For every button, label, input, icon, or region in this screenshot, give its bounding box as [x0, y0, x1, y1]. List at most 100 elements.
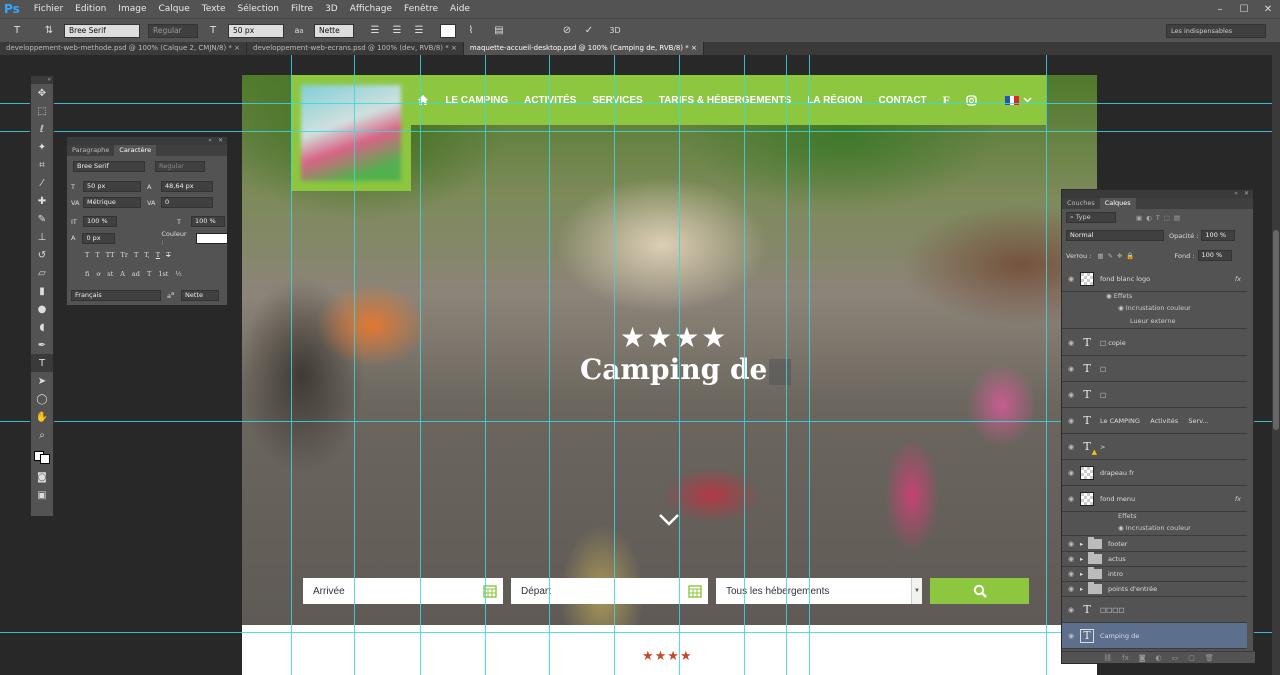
delete-layer-icon[interactable]: 🗑 — [1205, 654, 1214, 662]
minimize-icon[interactable]: – — [1208, 0, 1232, 18]
menu-fichier[interactable]: Fichier — [28, 0, 69, 18]
stamp-tool-icon[interactable]: ⊥ — [31, 228, 53, 246]
layer-effect-row[interactable]: Lueur externe — [1062, 317, 1247, 329]
canvas-scrollbar[interactable] — [1272, 55, 1280, 675]
expand-arrow-icon[interactable]: ▸ — [1080, 570, 1088, 578]
site-logo[interactable] — [291, 75, 411, 191]
hero-title[interactable]: Camping de — [580, 353, 792, 386]
kerning-select[interactable]: Métrique — [83, 197, 141, 208]
close-icon[interactable]: ✕ — [218, 137, 223, 145]
shape-tool-icon[interactable]: ◯ — [31, 390, 53, 408]
expand-arrow-icon[interactable]: ▸ — [1080, 540, 1088, 548]
font-family-select[interactable]: Bree Serif — [73, 161, 145, 172]
underline-button[interactable]: T — [156, 251, 160, 259]
eraser-tool-icon[interactable]: ▱ — [31, 264, 53, 282]
layer-group-row[interactable]: ◉ ▸ actus — [1062, 552, 1247, 567]
layer-row[interactable]: ◉ drapeau fr — [1062, 460, 1247, 486]
scroll-down-chevron-icon[interactable] — [658, 513, 680, 527]
text-color-swatch[interactable] — [195, 232, 229, 244]
close-icon[interactable]: ✕ — [1244, 190, 1249, 198]
tab-calques[interactable]: Calques — [1099, 198, 1136, 209]
align-left-icon[interactable]: ☰ — [368, 24, 382, 38]
layer-row[interactable]: ◉ fond blanc logo fx — [1062, 266, 1247, 292]
close-tab-icon[interactable]: × — [451, 44, 457, 52]
layer-effects-row[interactable]: ◉ Effets — [1062, 292, 1247, 304]
maximize-icon[interactable]: ☐ — [1232, 0, 1256, 18]
3d-icon[interactable]: 3D — [608, 24, 622, 38]
add-mask-icon[interactable]: ◙ — [1139, 654, 1146, 662]
close-tab-icon[interactable]: × — [691, 44, 697, 52]
menu-3d[interactable]: 3D — [319, 0, 344, 18]
lock-icons[interactable]: ▦✎✥🔒 — [1097, 252, 1138, 260]
lasso-tool-icon[interactable]: ℓ — [31, 120, 53, 138]
calendar-icon[interactable] — [688, 584, 702, 598]
layer-filter-select[interactable]: ⌕ Type — [1066, 212, 1116, 223]
tab-caractere[interactable]: Caractère — [114, 145, 157, 156]
panel-collapse-icon[interactable]: « — [1234, 190, 1238, 198]
layer-group-row[interactable]: ◉ ▸ intro — [1062, 567, 1247, 582]
path-selection-tool-icon[interactable]: ➤ — [31, 372, 53, 390]
layer-row[interactable]: ◉ T □ — [1062, 382, 1247, 408]
magic-wand-tool-icon[interactable]: ✦ — [31, 138, 53, 156]
font-style-select[interactable]: Regular — [148, 23, 198, 38]
doc-tab-active[interactable]: maquette-accueil-desktop.psd @ 100% (Cam… — [463, 42, 704, 55]
menu-fenetre[interactable]: Fenêtre — [398, 0, 444, 18]
crop-tool-icon[interactable]: ⌗ — [31, 156, 53, 174]
ordinal-button[interactable]: 1st — [158, 270, 168, 278]
layer-row[interactable]: ◉ fond menu fx — [1062, 486, 1247, 512]
text-orientation-icon[interactable]: ⇅ — [42, 24, 56, 38]
eye-icon[interactable]: ◉ — [1062, 632, 1080, 640]
antialias-select[interactable]: Nette — [181, 290, 219, 301]
fill-field[interactable]: 100 % — [1197, 250, 1232, 261]
hand-tool-icon[interactable]: ✋ — [31, 408, 53, 426]
type-tool-icon[interactable]: T — [31, 354, 53, 372]
eye-icon[interactable]: ◉ — [1062, 417, 1080, 425]
blend-mode-select[interactable]: Normal — [1066, 230, 1164, 241]
color-swatches-icon[interactable] — [31, 444, 53, 468]
facebook-icon[interactable]: f — [943, 93, 950, 108]
layer-effect-row[interactable]: ◉ Incrustation couleur — [1062, 524, 1247, 536]
all-caps-button[interactable]: TT — [106, 251, 115, 259]
language-select[interactable]: Français — [71, 290, 161, 301]
eye-icon[interactable]: ◉ — [1062, 443, 1080, 451]
layer-row[interactable]: ◉ T Le CAMPING Activités Serv... — [1062, 408, 1247, 434]
quick-mask-icon[interactable]: ◙ — [31, 468, 53, 486]
opacity-field[interactable]: 100 % — [1201, 230, 1236, 241]
eye-icon[interactable]: ◉ — [1062, 391, 1080, 399]
menu-selection[interactable]: Sélection — [232, 0, 285, 18]
zoom-tool-icon[interactable]: ⌕ — [31, 426, 53, 444]
eye-icon[interactable]: ◉ — [1062, 585, 1080, 593]
screen-mode-icon[interactable]: ▣ — [31, 486, 53, 504]
disc-ligature-button[interactable]: st — [107, 270, 113, 278]
baseline-field[interactable]: 0 px — [82, 232, 116, 244]
doc-tab[interactable]: developpement-web-ecrans.psd @ 100% (dev… — [247, 42, 464, 55]
eye-icon[interactable]: ◉ — [1118, 304, 1126, 312]
layer-row[interactable]: ◉ T ▲ > — [1062, 434, 1247, 460]
scrollbar-thumb[interactable] — [1273, 230, 1279, 430]
menu-aide[interactable]: Aide — [444, 0, 476, 18]
ligature-button[interactable]: fi — [85, 270, 89, 278]
dodge-tool-icon[interactable]: ◖ — [31, 318, 53, 336]
eyedropper-tool-icon[interactable]: ⁄ — [31, 174, 53, 192]
stylistic-button[interactable]: ad — [132, 270, 140, 278]
eye-icon[interactable]: ◉ — [1062, 495, 1080, 503]
tab-couches[interactable]: Couches — [1062, 198, 1100, 209]
horizontal-scale-field[interactable]: 100 % — [191, 216, 225, 227]
vertical-scale-field[interactable]: 100 % — [83, 216, 117, 227]
workspace-select[interactable]: Les indispensables — [1166, 23, 1266, 38]
fraction-button[interactable]: ½ — [175, 270, 181, 278]
type-tool-icon[interactable]: T — [10, 24, 24, 38]
menu-affichage[interactable]: Affichage — [344, 0, 398, 18]
titling-button[interactable]: T — [147, 270, 151, 278]
layer-effects-row[interactable]: Effets — [1062, 512, 1247, 524]
close-icon[interactable]: ✕ — [1256, 0, 1280, 18]
document-canvas[interactable]: LE CAMPING ACTIVITÉS SERVICES TARIFS & H… — [242, 75, 1097, 675]
link-layers-icon[interactable]: ⛓ — [1103, 654, 1112, 662]
character-panel-icon[interactable]: ▤ — [492, 24, 506, 38]
arrival-date-field[interactable]: Arrivée — [303, 578, 503, 604]
eye-icon[interactable]: ◉ — [1062, 339, 1080, 347]
font-family-select[interactable]: Bree Serif — [64, 23, 140, 38]
expand-arrow-icon[interactable]: ▸ — [1080, 555, 1088, 563]
doc-tab[interactable]: developpement-web-methode.psd @ 100% (Ca… — [0, 42, 248, 55]
swash-button[interactable]: A — [120, 270, 125, 278]
